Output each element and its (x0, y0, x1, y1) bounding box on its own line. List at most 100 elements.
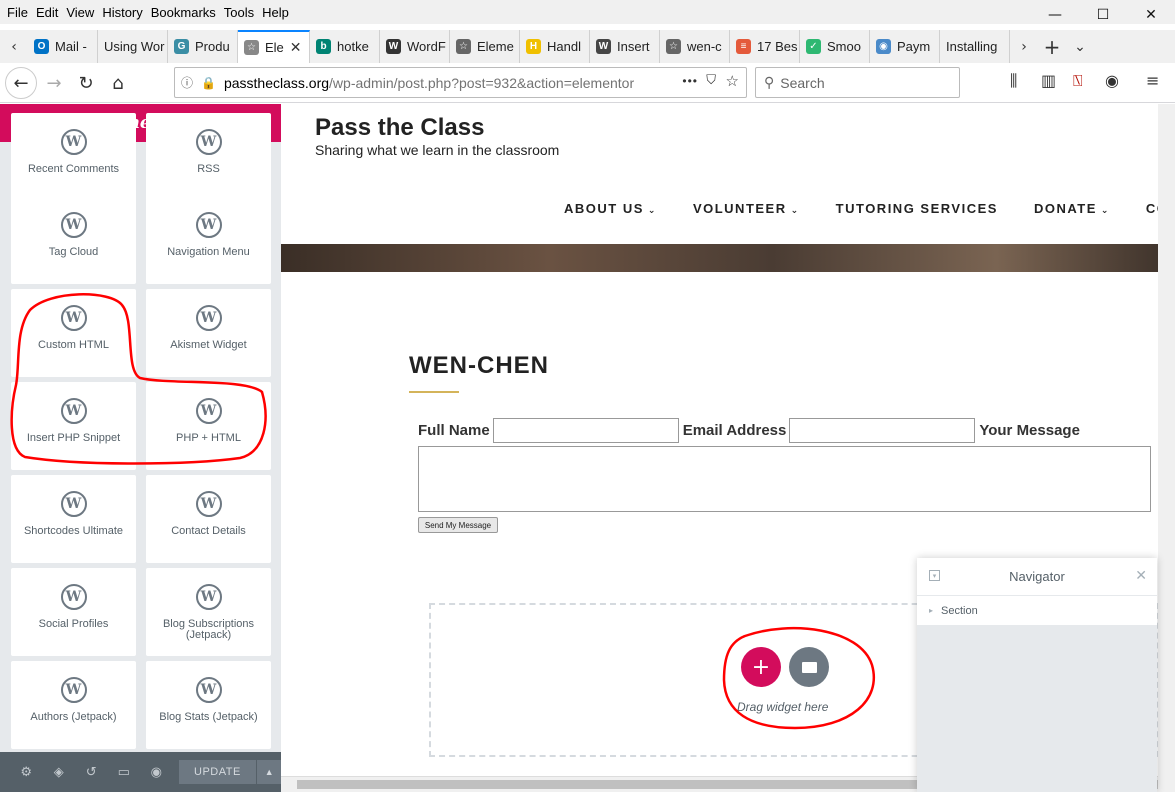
tab-6[interactable]: ☆ Eleme (450, 30, 520, 63)
full-name-input[interactable] (492, 418, 679, 443)
bookmark-star-icon[interactable]: ☆ (726, 72, 739, 90)
site-info-icon[interactable]: ⓘ (181, 74, 193, 91)
widget-card[interactable]: W Custom HTML (11, 289, 136, 377)
menu-help[interactable]: Help (262, 5, 289, 20)
widget-card[interactable]: W Social Profiles (11, 568, 136, 656)
update-options-caret-icon[interactable]: ▲ (257, 760, 281, 784)
site-menu-item[interactable]: ABOUT US ⌄ (564, 201, 657, 216)
message-textarea[interactable] (418, 446, 1151, 512)
menu-history[interactable]: History (102, 5, 142, 20)
tab-13[interactable]: Installing (940, 30, 1010, 63)
menu-edit[interactable]: Edit (36, 5, 58, 20)
widget-label: Contact Details (171, 525, 246, 537)
tab-3[interactable]: ☆ Ele ✕ (238, 29, 310, 64)
home-icon[interactable]: ⌂ (102, 67, 134, 99)
tab-1[interactable]: Using Wor (98, 30, 168, 63)
star-icon: ☆ (456, 39, 471, 54)
gravity-icon: G (174, 39, 189, 54)
site-menu-item[interactable]: VOLUNTEER ⌄ (693, 201, 800, 216)
wordpress-icon: W (60, 129, 87, 155)
tab-12[interactable]: ◉ Paym (870, 30, 940, 63)
widget-card[interactable]: W PHP + HTML (146, 382, 271, 470)
reload-icon[interactable]: ↻ (70, 67, 102, 99)
widget-label: Tag Cloud (48, 246, 99, 258)
vertical-scrollbar[interactable] (1158, 104, 1175, 792)
navigator-layers-icon[interactable]: ◈ (43, 765, 76, 780)
tab-0[interactable]: O Mail - (28, 30, 98, 63)
collapse-all-icon[interactable]: ▾ (929, 570, 940, 581)
widget-card[interactable]: W Akismet Widget (146, 289, 271, 377)
expand-caret-icon[interactable]: ▸ (929, 606, 933, 615)
widget-card[interactable]: W Blog Subscriptions (Jetpack) (146, 568, 271, 656)
tabs-scroll-right-icon[interactable]: › (1010, 39, 1038, 55)
widget-card[interactable]: W Shortcodes Ultimate (11, 475, 136, 563)
close-icon[interactable]: ✕ (1135, 568, 1147, 584)
navigator-header[interactable]: ▾ Navigator ✕ (917, 558, 1157, 596)
tab-8[interactable]: W Insert (590, 30, 660, 63)
tab-list-icon[interactable]: ⌄ (1066, 39, 1094, 55)
heading-underline (409, 391, 459, 393)
sidebar-icon[interactable]: ▥ (1041, 71, 1056, 90)
tab-2[interactable]: G Produ (168, 30, 238, 63)
preview-eye-icon[interactable]: ◉ (140, 765, 173, 780)
tab-4[interactable]: b hotke (310, 30, 380, 63)
bing-icon: b (316, 39, 331, 54)
update-button[interactable]: UPDATE (178, 760, 257, 784)
send-message-button[interactable]: Send My Message (418, 517, 498, 533)
pdf-icon[interactable]: ⍂ (1073, 71, 1083, 91)
add-template-button[interactable] (789, 647, 829, 687)
tab-label: Handl (547, 39, 581, 54)
close-tab-icon[interactable]: ✕ (290, 39, 302, 56)
tabs-scroll-left-icon[interactable]: ‹ (0, 39, 28, 55)
insecure-lock-icon[interactable]: 🔒 (201, 76, 216, 90)
tab-label: Paym (897, 39, 931, 54)
tab-label: Using Wor (104, 39, 165, 54)
site-menu-item[interactable]: TUTORING SERVICES (836, 201, 998, 216)
email-input[interactable] (789, 418, 976, 443)
add-section-button[interactable]: + (741, 647, 781, 687)
maximize-button[interactable]: ☐ (1079, 0, 1127, 30)
tab-5[interactable]: W WordF (380, 30, 450, 63)
site-menu-item[interactable]: DONATE ⌄ (1034, 201, 1110, 216)
hamburger-menu-icon[interactable]: ≡ (1146, 71, 1159, 90)
menu-view[interactable]: View (66, 5, 94, 20)
tab-9[interactable]: ☆ wen-c (660, 30, 730, 63)
tab-10[interactable]: ≡ 17 Bes (730, 30, 800, 63)
menu-bookmarks[interactable]: Bookmarks (151, 5, 216, 20)
tab-label: wen-c (687, 39, 722, 54)
hero-image (281, 244, 1175, 272)
settings-gear-icon[interactable]: ⚙ (10, 765, 43, 780)
widget-card[interactable]: W Insert PHP Snippet (11, 382, 136, 470)
menu-file[interactable]: File (7, 5, 28, 20)
widget-card[interactable]: W Blog Stats (Jetpack) (146, 661, 271, 749)
site-title[interactable]: Pass the Class (315, 114, 484, 142)
account-icon[interactable]: ◉ (1105, 71, 1119, 90)
widget-card[interactable]: W Navigation Menu (146, 196, 271, 284)
widget-card[interactable]: W Authors (Jetpack) (11, 661, 136, 749)
new-tab-icon[interactable]: + (1038, 35, 1066, 59)
back-icon[interactable]: ← (5, 67, 37, 99)
library-icon[interactable]: ⫼ (1010, 71, 1017, 91)
widget-card[interactable]: W Contact Details (146, 475, 271, 563)
url-bar[interactable]: ⓘ 🔒 passtheclass.org/wp-admin/post.php?p… (174, 67, 747, 98)
site-menu-label: ABOUT US (564, 201, 644, 216)
navigator-section-item[interactable]: ▸ Section (917, 596, 1157, 625)
history-icon[interactable]: ↺ (75, 765, 108, 780)
minimize-button[interactable]: — (1031, 0, 1079, 30)
search-input[interactable]: ⚲ Search (755, 67, 960, 98)
widget-card[interactable]: W Tag Cloud (11, 196, 136, 284)
responsive-mode-icon[interactable]: ▭ (108, 765, 141, 780)
widget-card[interactable]: W RSS (146, 113, 271, 201)
elementor-icon: ☆ (244, 40, 259, 55)
forward-icon[interactable]: → (38, 67, 70, 99)
tab-11[interactable]: ✓ Smoo (800, 30, 870, 63)
close-window-button[interactable]: ✕ (1127, 0, 1175, 30)
elementor-panel: elementor W Recent Comments W RSS W Tag Cloud… (0, 104, 281, 792)
tab-7[interactable]: H Handl (520, 30, 590, 63)
page-actions-icon[interactable]: ••• (682, 74, 698, 88)
menu-tools[interactable]: Tools (224, 5, 254, 20)
widget-card[interactable]: W Recent Comments (11, 113, 136, 201)
menu-bar: File Edit View History Bookmarks Tools H… (0, 0, 1175, 24)
pocket-icon[interactable]: ⛉ (706, 73, 716, 88)
wordpress-icon: W (60, 398, 87, 424)
